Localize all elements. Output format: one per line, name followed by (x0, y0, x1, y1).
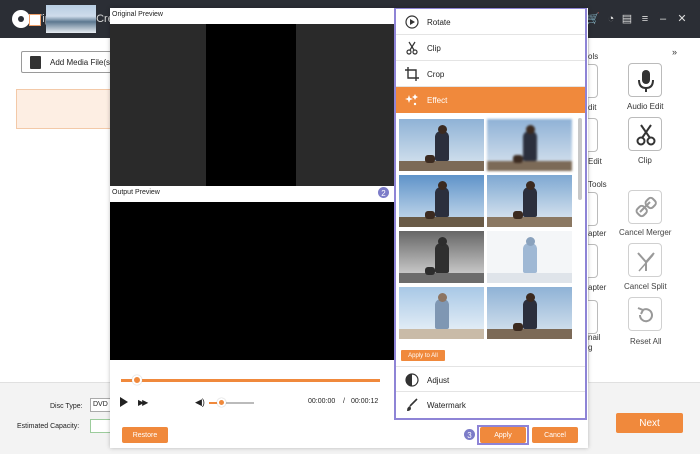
estimated-capacity-label: Estimated Capacity: (17, 423, 80, 430)
cancel-split-button[interactable] (628, 243, 662, 277)
original-video-frame (206, 24, 296, 186)
effect-thumbnail[interactable] (487, 119, 572, 171)
menu-item-adjust[interactable]: Adjust (396, 366, 585, 392)
media-file-item[interactable] (16, 89, 112, 129)
menu-item-label: Effect (427, 96, 448, 105)
tool-tile-partial[interactable] (588, 192, 598, 226)
split-icon (637, 252, 655, 272)
tool-label-partial: apter (588, 283, 607, 292)
output-preview-label: Output Preview (112, 189, 160, 196)
menu-item-label: Clip (427, 44, 441, 53)
feedback-icon[interactable]: ◔ (604, 12, 618, 26)
clip-tool-button[interactable] (628, 117, 662, 151)
effect-thumbnail[interactable] (487, 175, 572, 227)
add-media-button[interactable]: Add Media File(s (21, 51, 113, 73)
cancel-merger-label: Cancel Merger (619, 228, 672, 237)
cancel-split-label: Cancel Split (624, 282, 667, 291)
tool-tile-partial[interactable] (588, 118, 598, 152)
audio-edit-label: Audio Edit (627, 102, 664, 111)
timeline-track[interactable] (121, 379, 380, 382)
menu-icon[interactable]: ≡ (638, 12, 652, 26)
disc-type-select[interactable]: DVD (90, 398, 112, 412)
crop-icon (405, 67, 419, 81)
apply-button[interactable]: Apply (480, 427, 526, 443)
link-icon (635, 196, 657, 218)
add-media-label: Add Media File(s (50, 58, 111, 67)
step-badge-3: 3 (463, 428, 476, 441)
effect-thumbnail[interactable] (399, 231, 484, 283)
menu-item-label: Rotate (427, 18, 451, 27)
chat-icon[interactable]: ▤ (620, 12, 634, 26)
effect-thumbnail[interactable] (399, 287, 484, 339)
app-logo-icon (12, 10, 30, 28)
add-file-icon (30, 56, 41, 69)
current-time: 00:00:00 (308, 398, 336, 405)
playback-controls (110, 360, 395, 420)
original-preview-label: Original Preview (112, 11, 163, 18)
effect-thumbnail[interactable] (487, 287, 572, 339)
brush-icon (407, 398, 418, 411)
effect-thumbnail[interactable] (399, 175, 484, 227)
step-badge-2: 2 (377, 186, 390, 199)
tool-label-partial: nail (588, 333, 601, 342)
output-preview (110, 202, 395, 360)
cancel-button[interactable]: Cancel (532, 427, 578, 443)
menu-item-effect[interactable]: Effect (396, 87, 585, 113)
tools-section-title-2: Tools (588, 180, 607, 189)
fast-forward-icon[interactable]: ▶▶ (138, 398, 148, 407)
total-time: 00:00:12 (351, 398, 379, 405)
adjust-icon (405, 373, 419, 387)
next-button[interactable]: Next (616, 413, 683, 433)
disc-type-label: Disc Type: (50, 403, 83, 410)
menu-item-crop[interactable]: Crop (396, 61, 585, 87)
restore-button[interactable]: Restore (122, 427, 168, 443)
minimize-icon[interactable]: – (656, 12, 670, 26)
tool-label-partial: g (588, 343, 593, 352)
rotate-icon (405, 15, 419, 29)
tools-section-title: ols (588, 52, 599, 61)
menu-item-rotate[interactable]: Rotate (396, 9, 585, 35)
cancel-merger-button[interactable] (628, 190, 662, 224)
volume-icon[interactable]: ◀) (195, 397, 205, 408)
tool-label-partial: apter (588, 229, 607, 238)
tool-tile-partial[interactable] (588, 244, 598, 278)
effect-thumbnail[interactable] (487, 231, 572, 283)
effect-thumbnail[interactable] (399, 119, 484, 171)
menu-item-label: Watermark (427, 401, 466, 410)
cart-icon[interactable]: 🛒 (586, 12, 600, 26)
sparkle-icon (405, 94, 418, 106)
reset-icon (637, 307, 653, 323)
menu-item-watermark[interactable]: Watermark (396, 392, 585, 418)
reset-all-button[interactable] (628, 297, 662, 331)
play-icon[interactable] (120, 397, 128, 407)
timeline-handle[interactable] (131, 375, 142, 385)
capacity-bar (90, 419, 112, 433)
scissors-icon (406, 41, 418, 55)
menu-item-clip[interactable]: Clip (396, 35, 585, 61)
tool-label-partial: Edit (588, 157, 602, 166)
tool-label-partial: dit (588, 103, 597, 112)
scissors-icon (636, 124, 656, 146)
file-thumbnail (46, 5, 96, 33)
microphone-icon (638, 70, 654, 92)
clip-tool-label: Clip (638, 156, 652, 165)
thumbnail-scrollbar[interactable] (578, 118, 582, 200)
menu-item-label: Adjust (427, 376, 450, 385)
tool-tile-partial[interactable] (588, 64, 598, 98)
apply-to-all-button[interactable]: Apply to All (401, 350, 445, 361)
file-checkbox[interactable] (29, 14, 41, 26)
close-icon[interactable]: ✕ (675, 12, 689, 26)
tool-tile-partial[interactable] (588, 300, 598, 334)
menu-item-label: Crop (427, 70, 445, 79)
reset-all-label: Reset All (630, 337, 662, 346)
expand-chevron-icon[interactable]: » (672, 47, 677, 57)
audio-edit-button[interactable] (628, 63, 662, 97)
time-separator: / (343, 398, 345, 405)
